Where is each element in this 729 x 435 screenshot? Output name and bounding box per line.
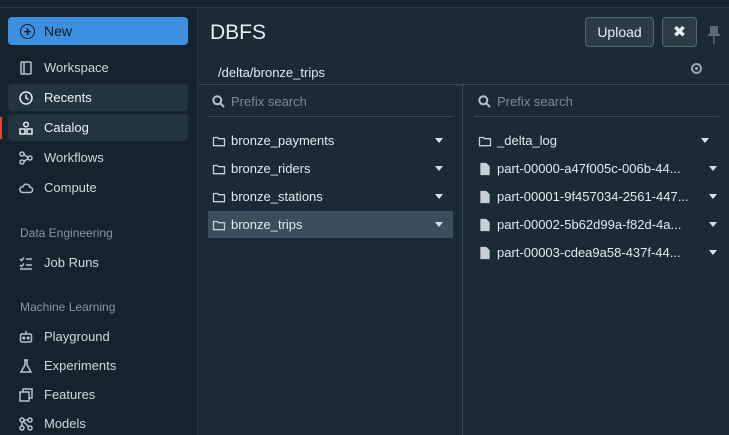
list-item[interactable]: bronze_riders — [208, 155, 453, 182]
item-label: bronze_riders — [231, 161, 311, 176]
list-item[interactable]: bronze_stations — [208, 183, 453, 210]
dbfs-panel: DBFS Upload ✖ /delta/bronze_trips bronze… — [199, 8, 729, 435]
cloud-icon — [18, 180, 34, 196]
sidebar-item-compute[interactable]: Compute — [8, 174, 188, 201]
right-search — [474, 87, 719, 117]
sidebar-item-label: Workspace — [44, 60, 109, 75]
caret-down-icon[interactable] — [435, 194, 443, 199]
sidebar-item-label: Catalog — [44, 120, 89, 135]
page-title: DBFS — [210, 21, 267, 44]
pin-icon[interactable] — [707, 24, 721, 46]
sidebar-item-label: Experiments — [44, 358, 117, 373]
search-input[interactable] — [497, 94, 697, 109]
item-label: bronze_payments — [231, 133, 335, 148]
list-item-selected[interactable]: bronze_trips — [208, 211, 453, 238]
item-label: bronze_stations — [231, 189, 323, 204]
sidebar-item-label: Job Runs — [44, 255, 99, 270]
sidebar: + New Workspace Recents Catalog Workflow… — [0, 8, 198, 435]
flask-icon — [18, 358, 34, 374]
robot-icon — [18, 329, 34, 345]
search-icon — [212, 95, 225, 108]
sidebar-item-catalog[interactable]: Catalog — [8, 114, 188, 141]
sidebar-item-label: Features — [44, 387, 96, 402]
list-item[interactable]: _delta_log — [474, 127, 719, 154]
top-bar — [0, 0, 729, 8]
features-icon — [18, 387, 34, 403]
search-input[interactable] — [231, 94, 431, 109]
workflows-icon — [18, 150, 34, 166]
file-icon — [478, 218, 492, 232]
caret-down-icon[interactable] — [709, 166, 717, 171]
file-icon — [478, 162, 492, 176]
item-label: part-00001-9f457034-2561-447... — [497, 189, 689, 204]
caret-down-icon[interactable] — [435, 138, 443, 143]
item-label: _delta_log — [497, 133, 557, 148]
upload-button[interactable]: Upload — [585, 17, 654, 47]
item-label: part-00002-5b62d99a-f82d-4a... — [497, 217, 682, 232]
caret-down-icon[interactable] — [709, 194, 717, 199]
new-button-label: New — [44, 23, 73, 39]
folder-icon — [212, 218, 226, 232]
file-icon — [478, 246, 492, 260]
caret-down-icon[interactable] — [435, 166, 443, 171]
close-button[interactable]: ✖ — [662, 17, 697, 47]
item-label: bronze_trips — [231, 217, 303, 232]
search-icon — [478, 95, 491, 108]
caret-down-icon[interactable] — [709, 222, 717, 227]
left-search — [208, 87, 453, 117]
item-label: part-00000-a47f005c-006b-44... — [497, 161, 681, 176]
sidebar-item-features[interactable]: Features — [8, 381, 188, 408]
caret-down-icon[interactable] — [709, 250, 717, 255]
sidebar-item-label: Recents — [44, 90, 92, 105]
new-button[interactable]: + New — [8, 17, 188, 45]
sidebar-item-label: Models — [44, 416, 86, 431]
list-item[interactable]: part-00003-cdea9a58-437f-44... — [474, 239, 719, 266]
radio-dot-icon[interactable] — [691, 63, 702, 74]
models-icon — [18, 416, 34, 432]
workspace-icon — [18, 60, 34, 76]
sidebar-item-label: Compute — [44, 180, 97, 195]
folders-pane: bronze_payments bronze_riders bronze_sta… — [199, 85, 463, 435]
caret-down-icon[interactable] — [435, 222, 443, 227]
section-title-machine-learning: Machine Learning — [20, 300, 116, 314]
sidebar-item-label: Workflows — [44, 150, 104, 165]
folder-icon — [212, 134, 226, 148]
caret-down-icon[interactable] — [701, 138, 709, 143]
sidebar-item-workflows[interactable]: Workflows — [8, 144, 188, 171]
job-runs-icon — [18, 255, 34, 271]
clock-icon — [18, 90, 34, 106]
folder-icon — [478, 134, 492, 148]
list-item[interactable]: part-00000-a47f005c-006b-44... — [474, 155, 719, 182]
sidebar-item-playground[interactable]: Playground — [8, 323, 188, 350]
files-pane: _delta_log part-00000-a47f005c-006b-44..… — [464, 85, 729, 435]
sidebar-item-job-runs[interactable]: Job Runs — [8, 249, 188, 276]
sidebar-item-recents[interactable]: Recents — [8, 84, 188, 111]
plus-circle-icon: + — [20, 23, 35, 39]
sidebar-item-workspace[interactable]: Workspace — [8, 54, 188, 81]
sidebar-item-experiments[interactable]: Experiments — [8, 352, 188, 379]
section-title-data-engineering: Data Engineering — [20, 226, 113, 240]
folder-icon — [212, 190, 226, 204]
sidebar-item-label: Playground — [44, 329, 110, 344]
list-item[interactable]: part-00001-9f457034-2561-447... — [474, 183, 719, 210]
active-marker — [0, 117, 2, 139]
sidebar-item-models[interactable]: Models — [8, 410, 188, 435]
folder-icon — [212, 162, 226, 176]
file-icon — [478, 190, 492, 204]
item-label: part-00003-cdea9a58-437f-44... — [497, 245, 681, 260]
catalog-icon — [18, 120, 34, 136]
list-item[interactable]: part-00002-5b62d99a-f82d-4a... — [474, 211, 719, 238]
list-item[interactable]: bronze_payments — [208, 127, 453, 154]
current-path: /delta/bronze_trips — [218, 65, 325, 80]
